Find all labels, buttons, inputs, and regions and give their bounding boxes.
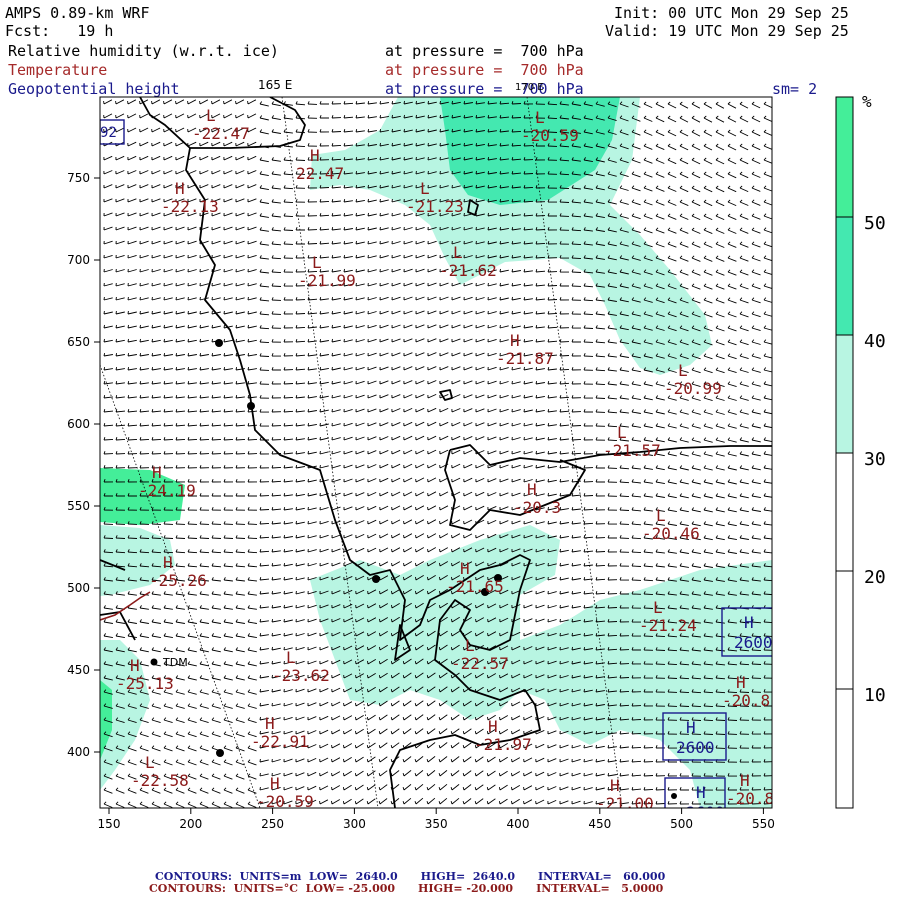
footer2-low: LOW= -25.000 — [305, 882, 396, 895]
station-label-tdm: TDM — [162, 656, 188, 669]
temperature-value: -22.13 — [161, 197, 219, 216]
pressure-letter: L — [453, 243, 463, 262]
pressure-letter: L — [145, 753, 155, 772]
map-plot-area: L H L H L L L H L L H H L H H L L L H H H H L H H H -22.47 22.47 -2… — [100, 97, 774, 813]
y-tick-label: 450 — [67, 663, 90, 677]
temperature-value: -20.8 — [726, 789, 774, 808]
colorbar-seg-30 — [836, 335, 853, 453]
x-axis: 150 200 250 300 350 400 450 500 550 — [98, 808, 775, 831]
temperature-value: -20.59 — [521, 126, 579, 145]
colorbar: % 50 40 30 20 10 — [835, 92, 886, 809]
x-tick-label: 500 — [670, 817, 693, 831]
height-letter: H — [744, 613, 754, 632]
temperature-value: -21.65 — [446, 577, 504, 596]
x-tick-label: 450 — [588, 817, 611, 831]
height-edge-label: 92 — [100, 125, 117, 141]
temperature-value: -21.24 — [639, 616, 697, 635]
temperature-value: -22.91 — [251, 732, 309, 751]
y-tick-label: 400 — [67, 745, 90, 759]
footer2-label: CONTOURS: — [149, 882, 226, 895]
lon-label-170: 170 E — [515, 82, 544, 93]
pressure-letter: H — [310, 146, 320, 165]
temperature-value: -20.46 — [642, 524, 700, 543]
lon-label-165: 165 E — [258, 78, 292, 92]
pressure-letter: H — [527, 480, 537, 499]
temperature-value: -21.97 — [474, 735, 532, 754]
height-letter: H — [686, 718, 696, 737]
pressure-letter: H — [510, 331, 520, 350]
colorbar-seg-low — [836, 453, 853, 808]
pressure-letter: L — [420, 179, 430, 198]
colorbar-tick-40: 40 — [864, 331, 886, 352]
pressure-letter: L — [286, 648, 296, 667]
pressure-letter: H — [265, 714, 275, 733]
temperature-value: -25.13 — [116, 674, 174, 693]
temperature-value: -20.8 — [722, 691, 770, 710]
pressure-letter: H — [152, 463, 162, 482]
y-tick-label: 700 — [67, 253, 90, 267]
height-letter: H — [696, 783, 706, 802]
temperature-value: -21.87 — [496, 349, 554, 368]
footer2-interval: INTERVAL= 5.0000 — [536, 882, 664, 895]
temperature-value: -21.00 — [596, 794, 654, 813]
y-tick-label: 750 — [67, 171, 90, 185]
pressure-letter: H — [610, 776, 620, 795]
x-tick-label: 400 — [507, 817, 530, 831]
temperature-value: -21.57 — [603, 441, 661, 460]
footer-line-2: CONTOURS: UNITS=°C LOW= -25.000 HIGH= -2… — [149, 882, 663, 895]
pressure-letter: H — [460, 559, 470, 578]
map-figure: L H L H L L L H L L H H L H H L L L H H H H L H H H -22.47 22.47 -2… — [67, 78, 886, 831]
pressure-letter: L — [206, 106, 216, 125]
colorbar-tick-20: 20 — [864, 567, 886, 588]
temperature-value: -23.62 — [272, 666, 330, 685]
colorbar-seg-50plus — [836, 97, 853, 217]
pressure-letter: L — [465, 636, 475, 655]
pressure-letter: L — [617, 423, 627, 442]
footer2-units: UNITS=°C — [233, 882, 298, 895]
x-tick-label: 250 — [261, 817, 284, 831]
colorbar-tick-30: 30 — [864, 449, 886, 470]
colorbar-tick-50: 50 — [864, 213, 886, 234]
x-tick-label: 550 — [752, 817, 775, 831]
temperature-value: -21.62 — [439, 261, 497, 280]
x-tick-label: 300 — [343, 817, 366, 831]
pressure-letter: H — [130, 656, 140, 675]
footer2-high: HIGH= -20.000 — [418, 882, 514, 895]
pressure-letter: H — [740, 771, 750, 790]
temperature-value: -22.47 — [192, 124, 250, 143]
pressure-letter: L — [312, 253, 322, 272]
pressure-letter: L — [535, 108, 545, 127]
x-tick-label: 150 — [98, 817, 121, 831]
pressure-letter: H — [736, 673, 746, 692]
temperature-value: -24.19 — [138, 481, 196, 500]
temperature-value: -25.26 — [149, 571, 207, 590]
pressure-letter: H — [270, 774, 280, 793]
y-tick-label: 650 — [67, 335, 90, 349]
y-tick-label: 500 — [67, 581, 90, 595]
pressure-letter: L — [656, 506, 666, 525]
pressure-letter: L — [678, 361, 688, 380]
temperature-value: -21.23 — [406, 197, 464, 216]
colorbar-unit: % — [862, 92, 872, 111]
temperature-value: -20.99 — [664, 379, 722, 398]
pressure-letter: H — [175, 179, 185, 198]
pressure-letter: H — [488, 717, 498, 736]
temperature-value: -20.3 — [513, 498, 561, 517]
height-value: 2600 — [676, 738, 715, 757]
colorbar-seg-40 — [836, 217, 853, 335]
x-tick-label: 200 — [179, 817, 202, 831]
pressure-letter: L — [653, 598, 663, 617]
height-value: 2600 — [734, 633, 773, 652]
colorbar-tick-10: 10 — [864, 685, 886, 706]
temperature-value: -21.99 — [298, 271, 356, 290]
y-tick-label: 600 — [67, 417, 90, 431]
temperature-value: 22.47 — [296, 164, 344, 183]
y-tick-label: 550 — [67, 499, 90, 513]
y-axis: 750 700 650 600 550 500 450 400 — [67, 171, 100, 759]
x-tick-label: 350 — [425, 817, 448, 831]
pressure-letter: H — [163, 553, 173, 572]
temperature-value: -22.58 — [131, 771, 189, 790]
temperature-value: -22.57 — [451, 654, 509, 673]
